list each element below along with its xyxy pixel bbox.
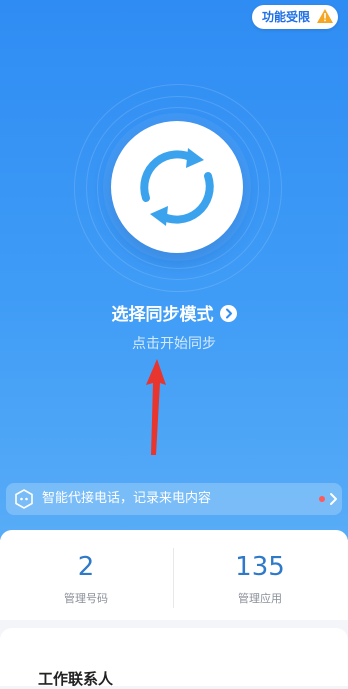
restricted-badge-label: 功能受限 [261, 10, 310, 24]
sync-mode-select[interactable]: 选择同步模式 [0, 300, 348, 325]
stat-label: 管理应用 [238, 592, 282, 605]
managed-numbers-stat[interactable]: 2 管理号码 [0, 530, 172, 620]
banner-text: 智能代接电话，记录来电内容 [42, 491, 212, 506]
sync-button[interactable] [111, 121, 243, 253]
stat-value: 135 [235, 552, 285, 582]
stats-card: 2 管理号码 135 管理应用 [0, 530, 348, 620]
notification-dot [319, 496, 325, 502]
chevron-right-icon [219, 305, 237, 322]
warning-triangle-icon [317, 9, 333, 23]
sync-hero: 功能受限 选择同步模式 点击开始同步 智能代接电话，记录来电内容 [0, 0, 348, 540]
assistant-banner[interactable]: 智能代接电话，记录来电内容 [6, 483, 342, 515]
work-contacts-section[interactable]: 工作联系人 [0, 628, 348, 688]
robot-icon [15, 489, 33, 509]
restricted-badge[interactable]: 功能受限 [251, 5, 338, 29]
sync-subtitle: 点击开始同步 [132, 336, 216, 352]
chevron-right-icon [330, 493, 337, 505]
stat-label: 管理号码 [64, 592, 108, 605]
annotation-arrow [146, 359, 166, 455]
stat-value: 2 [77, 552, 95, 582]
sync-icon [140, 148, 214, 226]
managed-apps-stat[interactable]: 135 管理应用 [174, 530, 346, 620]
sync-mode-label: 选择同步模式 [111, 305, 214, 325]
